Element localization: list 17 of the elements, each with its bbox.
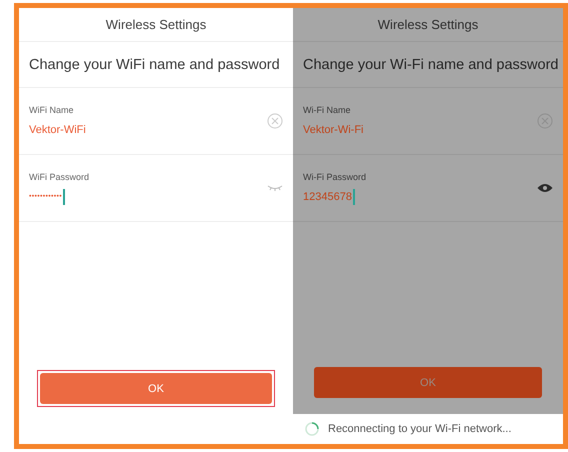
field-label: Wi-Fi Password — [303, 172, 366, 182]
ok-button[interactable]: OK — [314, 367, 542, 398]
spinner-icon — [305, 422, 319, 436]
name-field[interactable]: Vektor-WiFi — [29, 122, 87, 138]
field-label: WiFi Password — [29, 172, 90, 182]
ok-button[interactable]: OK — [40, 373, 272, 404]
screen-title: Wireless Settings — [293, 8, 563, 42]
field-label: WiFi Name — [29, 104, 74, 114]
clear-icon[interactable] — [537, 113, 553, 129]
status-text: Reconnecting to your Wi-Fi network... — [328, 423, 512, 435]
eye-closed-icon[interactable] — [267, 184, 283, 192]
eye-icon[interactable] — [537, 183, 553, 193]
screen-heading: Change your Wi-Fi name and password — [293, 42, 563, 88]
name-field[interactable]: Vektor-Wi-Fi — [303, 122, 364, 138]
clear-icon[interactable] — [267, 113, 283, 129]
field-label: Wi-Fi Name — [303, 104, 350, 114]
password-field[interactable]: 12345678 — [303, 188, 355, 204]
